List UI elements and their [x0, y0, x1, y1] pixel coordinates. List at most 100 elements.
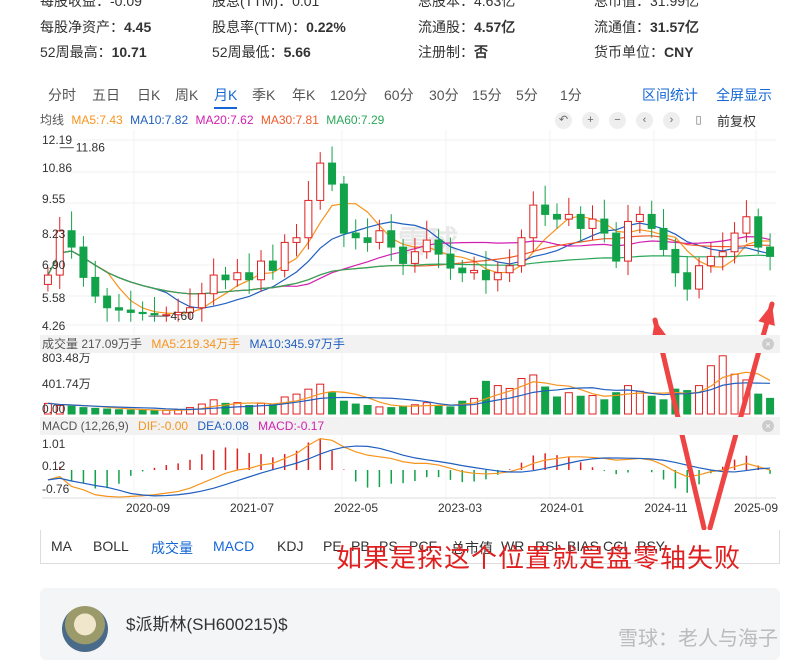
candle-body [612, 232, 621, 262]
arrow-head [758, 304, 775, 326]
kline-chart[interactable]: 雪球 11.864.60 12.1910.869.558.236.905.584… [0, 0, 800, 530]
close-icon[interactable]: × [762, 420, 774, 432]
time-tick: 2022-05 [334, 501, 378, 515]
price-tick: 10.86 [42, 161, 72, 175]
candle-body [529, 204, 538, 239]
volume-bar [552, 396, 561, 415]
indicator-tab-1[interactable]: BOLL [93, 538, 129, 554]
indicator-tab-3[interactable]: MACD [213, 538, 254, 554]
volume-bar [363, 404, 372, 415]
volume-bar [754, 393, 763, 415]
volume-bar [79, 407, 88, 415]
candle-body [221, 274, 230, 281]
candle-body [470, 269, 479, 274]
candle-body [91, 276, 100, 297]
volume-bar [659, 399, 668, 415]
candle-body [422, 239, 431, 253]
volume-bar [422, 402, 431, 415]
volume-bar [434, 404, 443, 415]
volume-bar [114, 409, 123, 415]
candle-body [363, 237, 372, 243]
price-tick: 8.23 [42, 227, 66, 241]
time-tick: 2024-11 [644, 501, 687, 515]
indicator-tab-4[interactable]: KDJ [277, 538, 303, 554]
candle-body [257, 260, 266, 281]
volume-bar [304, 388, 313, 415]
time-tick: 2024-01 [540, 501, 584, 515]
volume-bar [351, 403, 360, 415]
candle-body [150, 313, 159, 316]
candle-body [446, 253, 455, 269]
indicator-tab-2[interactable]: 成交量 [151, 538, 193, 558]
volume-bar [339, 400, 348, 415]
candle-body [600, 218, 609, 234]
candle-body [766, 246, 775, 257]
macd-tick: -0.76 [42, 482, 70, 496]
time-tick: 2020-09 [126, 501, 170, 515]
candle-body [481, 269, 490, 281]
dif-value: DIF:-0.00 [138, 419, 189, 433]
candle-body [671, 248, 680, 274]
post-title[interactable]: $派斯林(SH600215)$ [126, 610, 288, 635]
time-axis: 2020-09 2021-07 2022-05 2023-03 2024-01 2024-… [42, 497, 778, 515]
candle-body [328, 162, 337, 185]
candle-body [659, 227, 668, 250]
candle-body [280, 241, 289, 271]
candle-body [268, 260, 277, 271]
volume-bar [328, 392, 337, 415]
macd-tick: 1.01 [42, 437, 66, 451]
candle-body [541, 204, 550, 215]
volume-bar [280, 396, 289, 415]
volume-bar [695, 385, 704, 415]
avatar[interactable] [62, 606, 108, 652]
candle-body [706, 255, 715, 267]
candle-body [304, 199, 313, 239]
candle-body [209, 274, 218, 295]
volume-bar [576, 395, 585, 415]
volume-bar [67, 405, 76, 415]
candle-body [114, 307, 123, 311]
candle-body [387, 230, 396, 248]
macd-panel: 1.01 0.12 -0.76 [42, 437, 771, 498]
high-label: 11.86 [76, 141, 105, 155]
candle-body [103, 295, 112, 309]
indicator-tab-0[interactable]: MA [51, 538, 72, 554]
candle-body [375, 230, 384, 243]
candle-body [410, 251, 419, 264]
dif-line [47, 438, 771, 498]
candle-body [138, 311, 147, 315]
volume-bar [446, 406, 455, 415]
dea-value: DEA:0.08 [197, 419, 249, 433]
dea-line [47, 445, 771, 497]
price-tick: 4.26 [42, 319, 66, 333]
candle-body [245, 272, 254, 281]
candle-body [647, 213, 656, 229]
candle-body [754, 216, 763, 248]
candle-body [126, 309, 135, 313]
volume-tick: 803.48万 [42, 351, 91, 365]
candle-body [505, 265, 514, 274]
candle-body [564, 213, 573, 220]
macd-legend: MACD (12,26,9) DIF:-0.00 DEA:0.08 MACD:-… [40, 417, 780, 435]
candle-body [43, 274, 52, 285]
macd-label: MACD (12,26,9) [42, 419, 129, 433]
volume-bar [126, 409, 135, 415]
candle-body [588, 218, 597, 229]
time-tick: 2021-07 [230, 501, 274, 515]
volume-bar [162, 409, 171, 415]
volume-bar [647, 395, 656, 415]
candle-body [576, 213, 585, 229]
volume-label: 成交量 217.09万手 [42, 337, 143, 351]
volume-bar [564, 392, 573, 415]
annotation-text: 如果是探这个位置就是盘零轴失败 [336, 543, 742, 573]
price-tick: 5.58 [42, 291, 66, 305]
volume-bar [103, 408, 112, 415]
vol-ma5-value: MA5:219.34万手 [151, 337, 241, 351]
volume-bar [257, 402, 266, 415]
time-tick: 2023-03 [438, 501, 482, 515]
close-icon[interactable]: × [762, 338, 774, 350]
price-tick: 6.90 [42, 258, 66, 272]
candle-body [517, 237, 526, 267]
volume-bar [138, 409, 147, 415]
candle-body [316, 162, 325, 201]
